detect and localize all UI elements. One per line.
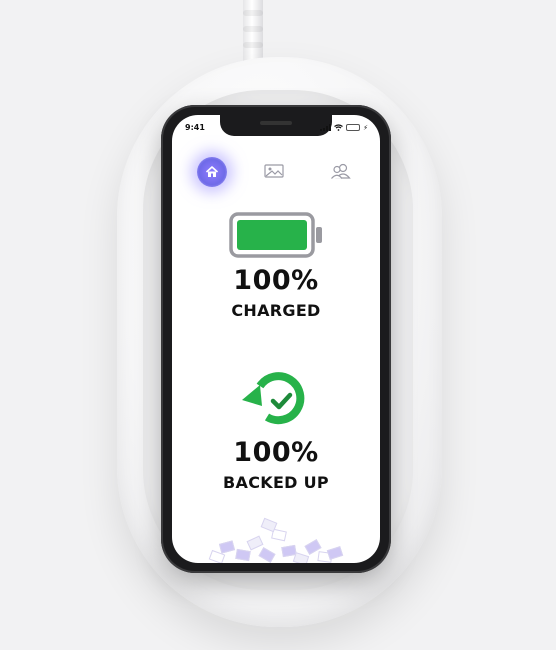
photo-pile-decoration: [202, 517, 352, 563]
product-scene: 9:41 ⚡ 100% CHARGED 100% BACKED UP: [0, 0, 556, 650]
home-icon[interactable]: [197, 157, 227, 187]
wifi-icon: [334, 124, 343, 131]
backup-percent: 100%: [233, 437, 319, 468]
battery-status-label: CHARGED: [231, 301, 321, 320]
status-time: 9:41: [185, 123, 205, 132]
battery-icon: [229, 212, 322, 258]
gallery-icon[interactable]: [264, 163, 284, 179]
backup-sync-icon: [242, 372, 305, 425]
backup-status-label: BACKED UP: [223, 473, 329, 492]
signal-icon: [320, 124, 332, 131]
phone-notch: [220, 115, 332, 136]
top-nav: [172, 155, 380, 191]
phone-screen: 9:41 ⚡ 100% CHARGED 100% BACKED UP: [172, 115, 380, 563]
charging-bolt-icon: ⚡: [363, 123, 368, 132]
status-icons: ⚡: [320, 123, 368, 132]
status-battery-icon: [346, 124, 361, 131]
battery-percent: 100%: [233, 265, 319, 296]
people-icon[interactable]: [330, 162, 352, 180]
